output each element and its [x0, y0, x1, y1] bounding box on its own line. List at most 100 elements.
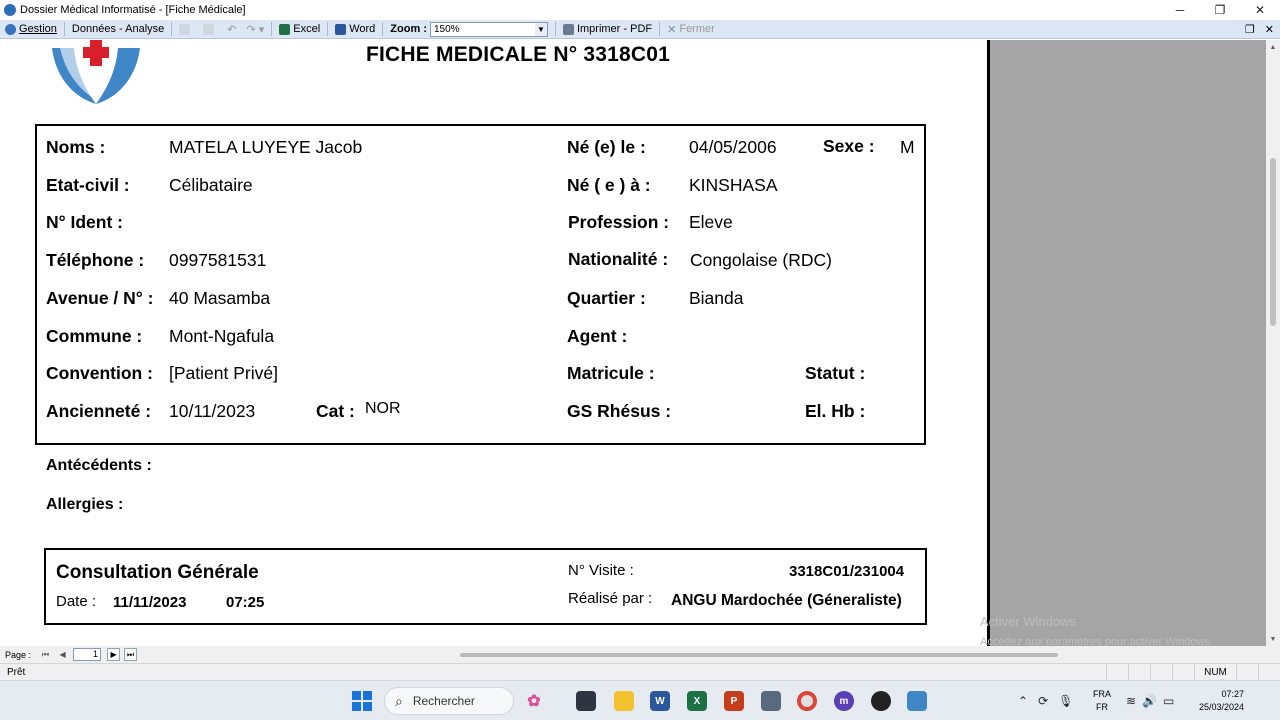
- dossier-medical-app-icon[interactable]: [907, 691, 927, 711]
- zoom-value: 150%: [433, 23, 460, 35]
- clock-time: 07:27: [1221, 689, 1244, 699]
- etat-civil-value: Célibataire: [169, 175, 253, 195]
- snipping-tool-icon[interactable]: [761, 691, 781, 711]
- status-bar: Prêt NUM: [0, 663, 1280, 680]
- antecedents-label: Antécédents :: [46, 457, 152, 474]
- microphone-icon[interactable]: 🎙: [1058, 694, 1073, 708]
- report-viewer: FICHE MEDICALE N° 3318C01 Noms : MATELA …: [0, 40, 1280, 646]
- profession-value: Eleve: [689, 212, 733, 232]
- sexe-value: M: [900, 137, 915, 157]
- status-pane: [1236, 664, 1258, 680]
- toolbar-separator: [327, 22, 329, 36]
- lang-bottom: FR: [1096, 702, 1108, 712]
- printer-icon: [562, 23, 574, 35]
- clock[interactable]: 07:27 25/03/2024: [1186, 688, 1244, 714]
- page-navigation: Page : ⏮ ◀ 1 ▶ ⏭: [0, 646, 1280, 663]
- donnees-menu[interactable]: Données - Analyse: [67, 20, 169, 39]
- next-page-icon[interactable]: ▶: [107, 648, 121, 661]
- gestion-label: Gestion: [19, 23, 57, 35]
- scroll-thumb[interactable]: [1270, 158, 1276, 326]
- close-button[interactable]: ✕: [1240, 0, 1280, 20]
- sync-icon[interactable]: ⟳: [1038, 694, 1048, 708]
- quartier-label: Quartier :: [567, 288, 646, 308]
- toolbar-separator: [382, 22, 384, 36]
- word-app-icon[interactable]: W: [650, 691, 670, 711]
- ne-a-value: KINSHASA: [689, 175, 778, 195]
- undo-icon: ↶: [227, 23, 237, 36]
- imprimer-label: Imprimer - PDF: [576, 23, 653, 35]
- realise-label: Réalisé par :: [568, 590, 653, 607]
- horizontal-scrollbar[interactable]: [460, 653, 1058, 657]
- donnees-label: Données - Analyse: [71, 23, 165, 35]
- excel-button[interactable]: Excel: [274, 20, 325, 39]
- quartier-value: Bianda: [689, 288, 744, 308]
- last-page-icon[interactable]: ⏭: [124, 648, 138, 661]
- system-icons: ≋ 🔊 ▭: [1126, 681, 1174, 720]
- mdi-controls: ❐ ✕: [1245, 20, 1274, 39]
- status-pane: [1106, 664, 1128, 680]
- tulips-icon[interactable]: ✿: [524, 691, 544, 711]
- mu-app-icon[interactable]: m: [834, 691, 854, 711]
- commune-label: Commune :: [46, 326, 143, 346]
- taskbar-search[interactable]: ⌕ Rechercher: [384, 687, 514, 715]
- task-view-icon[interactable]: [576, 691, 596, 711]
- obs-icon[interactable]: [871, 691, 891, 711]
- wifi-icon[interactable]: ≋: [1126, 694, 1136, 708]
- page-number-input[interactable]: 1: [73, 648, 102, 661]
- cat-value: NOR: [365, 400, 401, 417]
- toolbar-separator: [171, 22, 173, 36]
- vertical-scrollbar[interactable]: ▲ ▼: [1266, 40, 1280, 646]
- minimize-button[interactable]: ─: [1160, 0, 1200, 20]
- excel-label: Excel: [293, 23, 321, 35]
- powerpoint-app-icon[interactable]: P: [724, 691, 744, 711]
- copy-button[interactable]: [174, 20, 198, 39]
- status-pane: [1150, 664, 1172, 680]
- toolbar-separator: [63, 22, 65, 36]
- gear-icon: [5, 23, 16, 35]
- imprimer-button[interactable]: Imprimer - PDF: [558, 20, 657, 39]
- copy-icon: [179, 23, 191, 35]
- paste-icon: [203, 23, 215, 35]
- activation-watermark: Activer Windows Accédez aux paramètres p…: [980, 612, 1260, 646]
- redo-button[interactable]: ↷ ▾: [241, 20, 269, 39]
- paste-button[interactable]: [198, 20, 222, 39]
- watermark-line-2: Accédez aux paramètres pour activer Wind…: [980, 636, 1213, 646]
- fermer-label: Fermer: [679, 23, 715, 35]
- word-button[interactable]: Word: [330, 20, 380, 39]
- word-icon: [335, 23, 347, 35]
- volume-icon[interactable]: 🔊: [1142, 694, 1157, 708]
- statut-label: Statut :: [805, 363, 866, 383]
- excel-app-icon[interactable]: X: [687, 691, 707, 711]
- noms-label: Noms :: [46, 137, 106, 157]
- undo-button[interactable]: ↶: [222, 20, 241, 39]
- system-tray: ⌃ ⟳ 🎙: [1018, 681, 1073, 720]
- close-child-icon[interactable]: ✕: [1265, 23, 1274, 36]
- consultation-box: Consultation Générale Date : 11/11/2023 …: [44, 548, 927, 625]
- scroll-up-icon[interactable]: ▲: [1266, 40, 1280, 54]
- battery-icon[interactable]: ▭: [1163, 694, 1174, 708]
- chevron-down-icon[interactable]: ▼: [534, 22, 547, 36]
- gestion-menu[interactable]: Gestion: [0, 20, 62, 39]
- windows-start-icon[interactable]: [352, 691, 372, 711]
- status-pane: [1128, 664, 1150, 680]
- status-pane: [1258, 664, 1280, 680]
- chrome-icon[interactable]: [797, 691, 817, 711]
- restore-child-icon[interactable]: ❐: [1245, 23, 1255, 36]
- zoom-select[interactable]: 150% ▼: [429, 21, 548, 37]
- toolbar-separator: [659, 22, 661, 36]
- nationalite-label: Nationalité :: [568, 249, 669, 269]
- realise-value: ANGU Mardochée (Géneraliste): [671, 592, 902, 609]
- noms-value: MATELA LUYEYE Jacob: [169, 137, 363, 157]
- toolbar: Gestion Données - Analyse ↶ ↷ ▾ Excel Wo…: [0, 20, 1280, 39]
- file-explorer-icon[interactable]: [614, 691, 634, 711]
- scroll-down-icon[interactable]: ▼: [1266, 632, 1280, 646]
- first-page-icon[interactable]: ⏮: [39, 648, 52, 661]
- ne-le-value: 04/05/2006: [689, 137, 777, 157]
- language-indicator[interactable]: FRA FR: [1090, 688, 1114, 714]
- fermer-button[interactable]: ✕ Fermer: [662, 20, 720, 39]
- lang-top: FRA: [1093, 689, 1111, 699]
- chevron-up-icon[interactable]: ⌃: [1018, 694, 1028, 708]
- prev-page-icon[interactable]: ◀: [56, 648, 69, 661]
- maximize-button[interactable]: ❐: [1200, 0, 1240, 20]
- anciennete-value: 10/11/2023: [169, 401, 256, 421]
